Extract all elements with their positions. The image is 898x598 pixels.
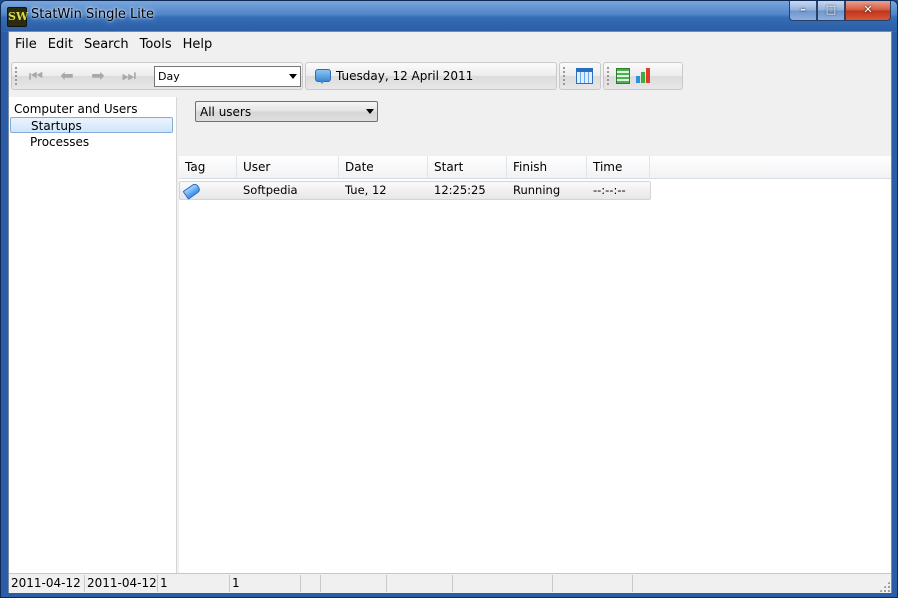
menu-help[interactable]: Help [177,37,218,52]
title-bar[interactable]: SW StatWin Single Lite – □ ✕ [1,1,897,31]
column-finish[interactable]: Finish [507,156,587,178]
minimize-button[interactable]: – [789,1,817,21]
resize-grip-icon[interactable] [879,581,890,592]
column-time[interactable]: Time [587,156,650,178]
last-period-button[interactable]: ⏭ [119,67,139,85]
client-area: File Edit Search Tools Help ⏮ ⬅ ➡ ⏭ Day … [8,31,892,593]
window-title: StatWin Single Lite [31,7,155,22]
user-filter-select[interactable]: All users [195,101,378,122]
status-panel-empty [387,575,453,592]
menu-tools[interactable]: Tools [134,37,177,52]
tree-item-processes[interactable]: Processes [10,134,173,150]
calendar-note-icon [315,69,331,84]
navigation-tree: Computer and Users Startups Processes [9,97,177,573]
chevron-down-icon [289,74,297,79]
chevron-down-icon [366,109,374,114]
navigation-toolbar: ⏮ ⬅ ➡ ⏭ Day [11,62,303,90]
app-window: SW StatWin Single Lite – □ ✕ File Edit S… [0,0,898,598]
app-icon[interactable]: SW [7,7,28,27]
toolbar: ⏮ ⬅ ➡ ⏭ Day Tuesday, 12 April 2011 [9,62,891,90]
toolbar-grip[interactable] [563,67,565,85]
status-from-date: 2011-04-12 [9,575,85,592]
bar-chart-icon[interactable] [636,67,652,83]
status-bar: 2011-04-12 2011-04-12 1 1 [9,573,891,593]
maximize-button[interactable]: □ [817,1,845,21]
period-select[interactable]: Day [154,66,301,87]
toolbar-grip[interactable] [607,67,609,85]
status-to-date: 2011-04-12 [87,575,158,592]
previous-period-button[interactable]: ⬅ [57,67,77,85]
list-view-icon[interactable] [616,68,630,84]
cell-date: Tue, 12 [345,183,387,197]
menu-bar: File Edit Search Tools Help [9,32,891,56]
column-date[interactable]: Date [339,156,428,178]
tree-root-computer-and-users[interactable]: Computer and Users [14,102,137,116]
status-count: 1 [158,575,230,592]
status-panel-empty [301,575,321,592]
view-toolbar [603,62,683,90]
startups-grid: Tag User Date Start Finish Time Softpedi… [179,156,891,573]
status-count-secondary: 1 [230,575,301,592]
current-date: Tuesday, 12 April 2011 [336,69,474,83]
table-row[interactable]: Softpedia Tue, 12 12:25:25 Running --:--… [179,181,651,200]
grid-header: Tag User Date Start Finish Time [179,156,891,179]
toolbar-grip[interactable] [15,67,17,85]
calendar-icon[interactable] [576,68,593,84]
first-period-button[interactable]: ⏮ [26,67,46,85]
user-filter-value: All users [200,105,252,119]
column-user[interactable]: User [237,156,339,178]
column-start[interactable]: Start [428,156,507,178]
cell-finish: Running [513,183,561,197]
status-panel-empty [321,575,387,592]
calendar-toolbar [559,62,601,90]
menu-edit[interactable]: Edit [42,37,78,52]
window-controls: – □ ✕ [789,1,891,21]
next-period-button[interactable]: ➡ [88,67,108,85]
tree-item-startups[interactable]: Startups [10,117,173,133]
menu-file[interactable]: File [9,37,42,52]
menu-search[interactable]: Search [78,37,134,52]
close-button[interactable]: ✕ [845,1,891,21]
status-panel-empty [453,575,553,592]
tag-icon [182,182,202,200]
cell-user: Softpedia [243,183,298,197]
date-display[interactable]: Tuesday, 12 April 2011 [305,62,557,90]
period-value: Day [158,70,180,83]
cell-time: --:--:-- [593,183,626,197]
column-tag[interactable]: Tag [179,156,237,178]
status-panel-empty [553,575,633,592]
cell-start: 12:25:25 [434,183,486,197]
